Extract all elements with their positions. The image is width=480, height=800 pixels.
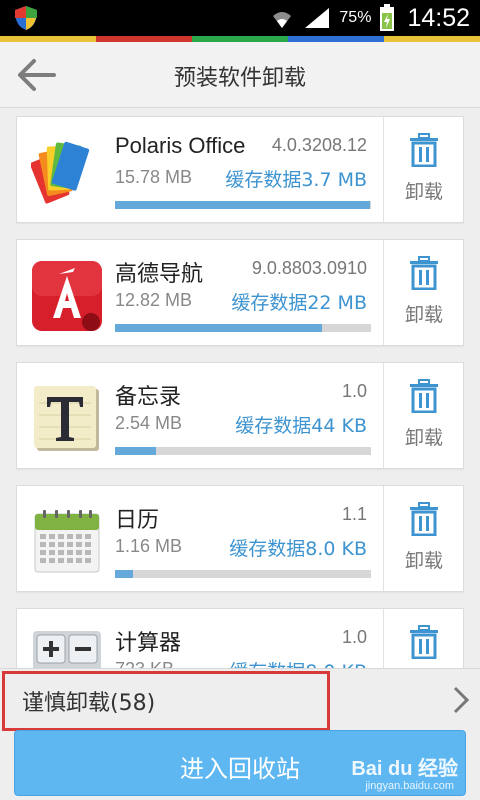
careful-uninstall-row[interactable]: 谨慎卸载(58): [0, 668, 480, 731]
trash-icon: [410, 133, 438, 167]
usage-bar: [115, 447, 371, 455]
trash-icon: [410, 502, 438, 536]
app-cache-size: 缓存数据44 KB: [235, 415, 367, 437]
careful-uninstall-label: 谨慎卸载(58): [22, 691, 156, 716]
calendar-icon: [34, 510, 100, 573]
usage-bar-fill: [115, 570, 133, 578]
security-shield-icon: [15, 6, 37, 30]
app-list[interactable]: Polaris Office 4.0.3208.12 15.78 MB 缓存数据…: [0, 108, 480, 668]
app-name: 日历: [115, 507, 160, 532]
uninstall-button[interactable]: 卸载: [384, 240, 464, 345]
uninstall-button[interactable]: 卸载: [384, 486, 464, 591]
usage-bar: [115, 324, 371, 332]
app-cache-size: 缓存数据8.0 KB: [229, 538, 367, 560]
uninstall-label: 卸载: [404, 304, 443, 326]
usage-bar: [115, 201, 371, 209]
uninstall-button[interactable]: 卸载: [384, 363, 464, 468]
polaris-office-icon: [31, 141, 90, 204]
app-version: 1.1: [341, 504, 367, 524]
page-title: 预装软件卸载: [173, 66, 306, 91]
wifi-icon: [273, 12, 292, 28]
app-version: 4.0.3208.12: [271, 135, 367, 155]
memo-icon: [34, 386, 99, 451]
app-name: Polaris Office: [115, 133, 246, 158]
trash-icon: [410, 625, 438, 659]
app-name: 高德导航: [115, 261, 204, 286]
app-size: 723 KB: [115, 659, 174, 668]
gaode-navigation-icon: [32, 261, 102, 331]
watermark-main: Bai du 经验: [351, 758, 458, 780]
usage-bar-fill: [115, 447, 156, 455]
signal-icon: [305, 8, 330, 28]
app-card-calendar[interactable]: 日历 1.1 1.16 MB 缓存数据8.0 KB 卸载: [16, 485, 464, 592]
app-size: 12.82 MB: [115, 290, 193, 310]
app-cache-size: 缓存数据22 MB: [231, 292, 367, 314]
trash-icon: [410, 256, 438, 290]
app-name: 备忘录: [115, 384, 182, 409]
app-card-polaris-office[interactable]: Polaris Office 4.0.3208.12 15.78 MB 缓存数据…: [16, 116, 464, 223]
app-size: 1.16 MB: [115, 536, 183, 556]
calculator-icon: [33, 631, 101, 668]
app-name: 计算器: [115, 630, 182, 655]
app-size: 2.54 MB: [115, 413, 183, 433]
uninstall-label: 卸载: [404, 427, 443, 449]
trash-icon: [410, 379, 438, 413]
usage-bar-fill: [115, 324, 323, 332]
uninstall-label: 卸载: [404, 181, 443, 203]
usage-bar-fill: [115, 201, 371, 209]
uninstall-button[interactable]: 卸载: [384, 609, 464, 668]
app-cache-size: 缓存数据8.0 KB: [229, 657, 367, 668]
app-version: 9.0.8803.0910: [251, 258, 367, 278]
baidu-watermark: Bai du 经验 jingyan.baidu.com: [338, 752, 458, 796]
watermark-sub: jingyan.baidu.com: [365, 780, 454, 792]
app-size: 15.78 MB: [115, 167, 193, 187]
app-version: 1.0: [341, 381, 367, 401]
battery-percent: 75%: [339, 9, 372, 26]
app-cache-size: 缓存数据3.7 MB: [225, 169, 367, 191]
status-bar: 75% 14:52: [0, 0, 480, 36]
battery-charging-icon: [380, 4, 395, 31]
app-card-calculator[interactable]: 计算器 1.0 723 KB 缓存数据8.0 KB 卸载: [16, 608, 464, 668]
app-card-memo[interactable]: 备忘录 1.0 2.54 MB 缓存数据44 KB 卸载: [16, 362, 464, 469]
uninstall-label: 卸载: [404, 550, 443, 572]
clock: 14:52: [407, 3, 470, 32]
app-card-gaode-navigation[interactable]: 高德导航 9.0.8803.0910 12.82 MB 缓存数据22 MB 卸载: [16, 239, 464, 346]
usage-bar: [115, 570, 371, 578]
chevron-right-icon: [453, 686, 470, 714]
header-bar: 预装软件卸载: [0, 42, 480, 108]
uninstall-button[interactable]: 卸载: [384, 117, 464, 222]
app-version: 1.0: [341, 627, 367, 647]
